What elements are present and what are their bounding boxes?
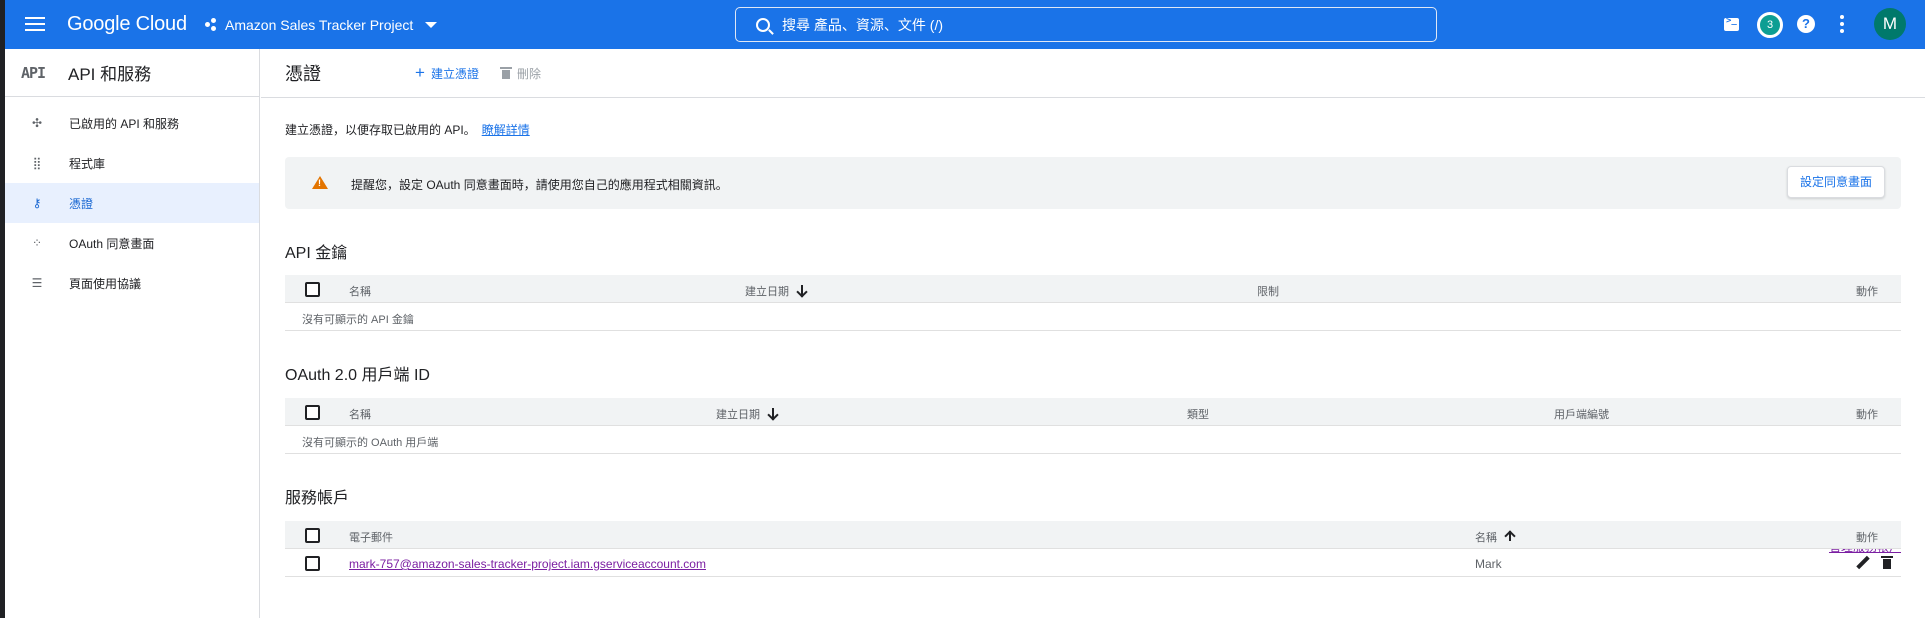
delete-icon[interactable] (1880, 556, 1894, 570)
table-header: 名稱 建立日期 限制 動作 (285, 275, 1901, 303)
sidebar-item-label: 程式庫 (69, 156, 106, 171)
project-name: Amazon Sales Tracker Project (225, 17, 414, 33)
service-account-email-link[interactable]: mark-757@amazon-sales-tracker-project.ia… (349, 557, 706, 571)
intro-text: 建立憑證，以便存取已啟用的 API。 (285, 123, 476, 137)
delete-label: 刪除 (516, 66, 541, 81)
select-all-checkbox[interactable] (305, 528, 320, 543)
cloud-shell-icon[interactable] (1720, 13, 1744, 37)
app-window: Google Cloud Amazon Sales Tracker Projec… (5, 0, 1925, 618)
column-header-restrictions: 限制 (1257, 286, 1279, 298)
plus-icon: + (415, 63, 425, 82)
column-header-name[interactable]: 名稱 (1475, 529, 1515, 545)
sidebar-nav: ✣ 已啟用的 API 和服務 ⣿ 程式庫 ⚷ 憑證 ⁘ OAuth 同意畫面 ☰… (5, 97, 259, 303)
sidebar: API API 和服務 ✣ 已啟用的 API 和服務 ⣿ 程式庫 ⚷ 憑證 ⁘ … (5, 49, 260, 618)
service-accounts-title: 服務帳戶 (285, 490, 350, 507)
sort-arrow-down-icon (797, 285, 807, 297)
menu-icon[interactable] (25, 14, 47, 32)
search-icon (756, 17, 770, 32)
empty-message: 沒有可顯示的 OAuth 用戶端 (302, 437, 439, 449)
column-header-name[interactable]: 名稱 (349, 283, 371, 299)
row-checkbox[interactable] (305, 556, 320, 571)
search-placeholder: 搜尋 產品、資源、文件 (/) (782, 16, 943, 33)
project-selector[interactable]: Amazon Sales Tracker Project (205, 14, 438, 36)
main-content: 憑證 + 建立憑證 刪除 建立憑證，以便存取已啟用的 API。瞭解詳情 提醒您，… (261, 49, 1925, 618)
api-logo-icon: API (21, 63, 46, 82)
configure-consent-screen-button[interactable]: 設定同意畫面 (1786, 166, 1885, 198)
delete-button[interactable]: 刪除 (499, 65, 541, 82)
sidebar-item-library[interactable]: ⣿ 程式庫 (5, 143, 259, 183)
sidebar-item-enabled-apis[interactable]: ✣ 已啟用的 API 和服務 (5, 103, 259, 143)
page-title: 憑證 (285, 64, 321, 84)
table-empty-row: 沒有可顯示的 OAuth 用戶端 (285, 426, 1901, 454)
table-header: 電子郵件 名稱 動作 (285, 521, 1901, 549)
notifications-badge[interactable]: 3 (1757, 12, 1783, 38)
column-header-created-label: 建立日期 (716, 409, 760, 421)
column-header-type[interactable]: 類型 (1187, 406, 1209, 422)
oauth-icon: ⁘ (31, 236, 43, 250)
banner-text: 提醒您，設定 OAuth 同意畫面時，請使用您自己的應用程式相關資訊。 (351, 178, 728, 192)
sidebar-item-page-usage[interactable]: ☰ 頁面使用協議 (5, 263, 259, 303)
column-header-client-id: 用戶端編號 (1554, 409, 1609, 421)
sidebar-item-label: 憑證 (69, 196, 94, 211)
help-icon[interactable]: ? (1797, 15, 1815, 33)
create-credentials-label: 建立憑證 (430, 66, 479, 81)
sort-arrow-up-icon (1505, 531, 1515, 543)
table-header: 名稱 建立日期 類型 用戶端編號 動作 (285, 398, 1901, 426)
create-credentials-button[interactable]: + 建立憑證 (415, 63, 479, 82)
search-input[interactable]: 搜尋 產品、資源、文件 (/) (735, 7, 1437, 42)
sidebar-header: API API 和服務 (5, 49, 259, 97)
column-header-email[interactable]: 電子郵件 (349, 529, 393, 545)
column-header-actions: 動作 (1856, 409, 1878, 421)
action-bar: 憑證 + 建立憑證 刪除 (261, 49, 1925, 98)
edit-icon[interactable] (1855, 556, 1869, 570)
column-header-name[interactable]: 名稱 (349, 406, 371, 422)
sidebar-item-label: 頁面使用協議 (69, 276, 142, 291)
project-icon (205, 18, 219, 32)
column-header-created[interactable]: 建立日期 (745, 283, 807, 299)
oauth-reminder-banner: 提醒您，設定 OAuth 同意畫面時，請使用您自己的應用程式相關資訊。 設定同意… (285, 157, 1901, 209)
learn-more-link[interactable]: 瞭解詳情 (482, 123, 530, 137)
column-header-created[interactable]: 建立日期 (716, 406, 778, 422)
warning-icon (312, 176, 328, 189)
sidebar-item-oauth-consent[interactable]: ⁘ OAuth 同意畫面 (5, 223, 259, 263)
select-all-checkbox[interactable] (305, 282, 320, 297)
sidebar-item-credentials[interactable]: ⚷ 憑證 (5, 183, 259, 223)
email-text: mark-757@amazon-sales-tracker-project.ia… (349, 557, 706, 571)
oauth-clients-title: OAuth 2.0 用戶端 ID (285, 367, 430, 384)
sidebar-title: API 和服務 (68, 65, 152, 84)
more-vert-icon[interactable] (1837, 13, 1847, 37)
chevron-down-icon (425, 22, 438, 28)
sort-arrow-down-icon (768, 408, 778, 420)
service-account-name: Mark (1475, 557, 1502, 571)
avatar[interactable]: M (1874, 8, 1906, 40)
sidebar-item-label: OAuth 同意畫面 (69, 236, 155, 251)
delete-icon (499, 67, 512, 79)
screen: Google Cloud Amazon Sales Tracker Projec… (0, 0, 1925, 618)
top-bar: Google Cloud Amazon Sales Tracker Projec… (5, 0, 1925, 49)
api-services-icon: ✣ (31, 116, 43, 130)
sidebar-item-label: 已啟用的 API 和服務 (69, 116, 180, 131)
library-icon: ⣿ (32, 156, 42, 170)
api-keys-title: API 金鑰 (285, 245, 348, 262)
column-header-actions: 動作 (1856, 532, 1878, 544)
column-header-created-label: 建立日期 (745, 286, 789, 298)
service-accounts-table: 電子郵件 名稱 動作 mark-757@amazon-sales-tracker… (285, 521, 1901, 577)
empty-message: 沒有可顯示的 API 金鑰 (302, 314, 414, 326)
settings-list-icon: ☰ (31, 276, 43, 290)
intro-text-row: 建立憑證，以便存取已啟用的 API。 瞭解詳情 (285, 121, 530, 138)
table-row: mark-757@amazon-sales-tracker-project.ia… (285, 549, 1901, 577)
api-keys-table: 名稱 建立日期 限制 動作 沒有可顯示的 API 金鑰 (285, 275, 1901, 331)
select-all-checkbox[interactable] (305, 405, 320, 420)
column-header-name-label: 名稱 (1475, 532, 1497, 544)
oauth-clients-table: 名稱 建立日期 類型 用戶端編號 動作 沒有可顯示的 OAuth 用戶端 (285, 398, 1901, 454)
column-header-actions: 動作 (1856, 286, 1878, 298)
key-icon: ⚷ (32, 196, 42, 210)
google-cloud-logo[interactable]: Google Cloud (67, 13, 187, 36)
table-empty-row: 沒有可顯示的 API 金鑰 (285, 303, 1901, 331)
